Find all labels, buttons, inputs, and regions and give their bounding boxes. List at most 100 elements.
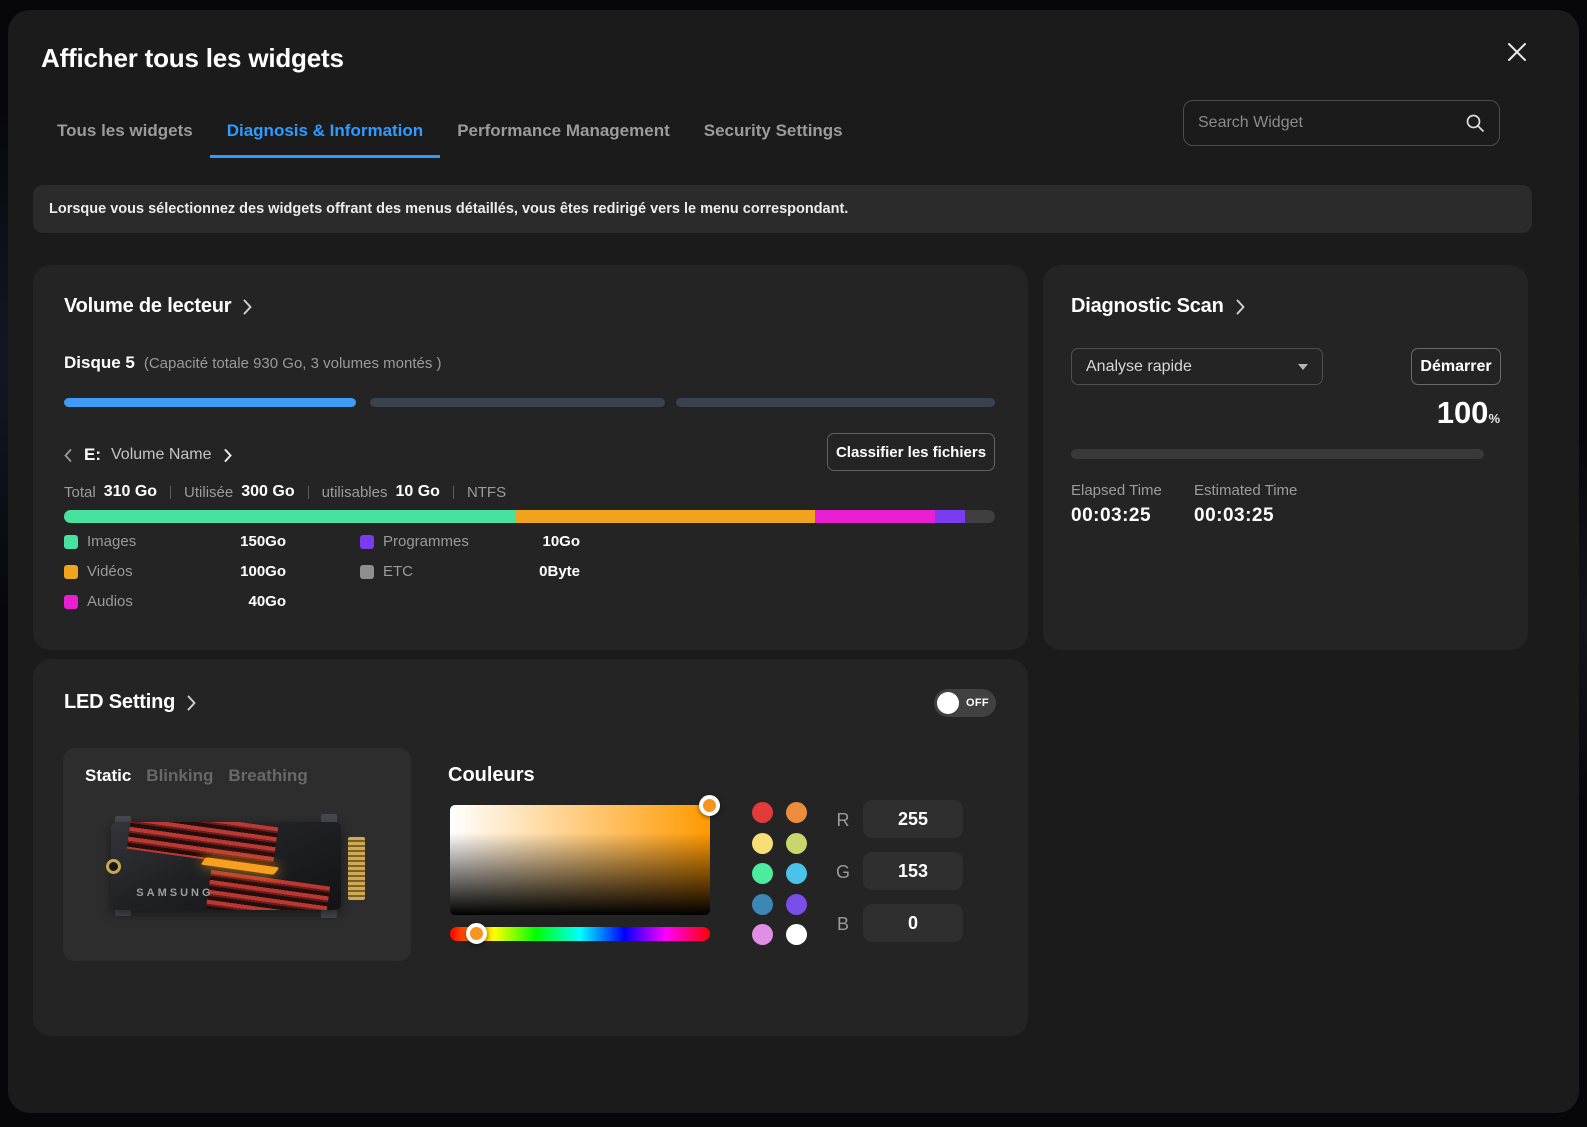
rgb-r-label: R [833,810,853,831]
legend-item-etc: ETC 0Byte [360,563,580,580]
color-swatch-green[interactable] [752,863,773,884]
legend-swatch-programmes [360,535,374,549]
volume-segment-3[interactable] [676,398,995,407]
divider [453,486,454,499]
color-swatch-steelblue[interactable] [752,894,773,915]
volume-letter: E: [84,445,101,465]
volume-row: E: Volume Name [64,443,232,467]
color-swatch-yellow[interactable] [752,833,773,854]
estimated-time-label: Estimated Time [1194,482,1297,499]
legend-item-images: Images 150Go [64,533,286,550]
legend-item-audios: Audios 40Go [64,593,286,610]
scan-type-select[interactable]: Analyse rapide [1071,348,1323,385]
volume-widget-title: Volume de lecteur [64,295,231,318]
total-value: 310 Go [104,483,157,501]
led-widget-header[interactable]: LED Setting [64,691,196,714]
total-label: Total [64,484,96,501]
estimated-time-value: 00:03:25 [1194,505,1274,527]
used-value: 300 Go [241,483,294,501]
led-toggle[interactable]: OFF [934,689,996,717]
chevron-right-icon [224,449,232,462]
free-label: utilisables [322,484,388,501]
volume-widget-header[interactable]: Volume de lecteur [64,295,252,318]
ssd-fins [205,870,329,910]
chevron-left-icon [64,449,72,462]
legend-swatch-audios [64,595,78,609]
ssd-brand-label: SAMSUNG [136,887,213,899]
color-swatch-orchid[interactable] [752,924,773,945]
chevron-right-icon [1236,299,1245,315]
used-label: Utilisée [184,484,233,501]
color-swatch-white[interactable] [786,924,807,945]
usage-segment-programmes [935,510,965,523]
diagnostic-widget-card: Diagnostic Scan Analyse rapide Démarrer … [1043,265,1528,650]
tab-performance-management[interactable]: Performance Management [440,113,687,158]
led-mode-tabs: Static Blinking Breathing [85,766,308,786]
volume-widget-card: Volume de lecteur Disque 5 (Capacité tot… [33,265,1028,650]
usage-segment-images [64,510,515,523]
color-swatch-skyblue[interactable] [786,863,807,884]
volume-stats: Total 310 Go Utilisée 300 Go utilisables… [64,483,514,501]
led-mode-breathing[interactable]: Breathing [228,766,307,786]
elapsed-time-label: Elapsed Time [1071,482,1162,499]
tab-security-settings[interactable]: Security Settings [687,113,860,158]
chevron-right-icon [187,695,196,711]
usage-segment-videos [515,510,816,523]
info-banner: Lorsque vous sélectionnez des widgets of… [33,185,1532,233]
start-scan-button[interactable]: Démarrer [1411,348,1501,385]
color-swatch-red[interactable] [752,802,773,823]
led-mode-panel: Static Blinking Breathing SAMSUNG [63,748,411,961]
dropdown-caret-icon [1298,364,1308,370]
volume-segment-2[interactable] [370,398,665,407]
disk-row: Disque 5 (Capacité totale 930 Go, 3 volu… [64,353,442,373]
ssd-connector-pins [348,837,365,900]
search-icon[interactable] [1465,113,1485,133]
toggle-state-label: OFF [966,697,989,709]
rgb-g-label: G [833,862,853,883]
toggle-knob [937,692,959,714]
ssd-image: SAMSUNG [109,810,365,922]
prev-volume-button[interactable] [64,449,72,462]
color-swatch-yellowgreen[interactable] [786,833,807,854]
tab-bar: Tous les widgets Diagnosis & Information… [40,113,860,158]
disk-capacity-info: (Capacité totale 930 Go, 3 volumes monté… [144,355,442,372]
search-input[interactable] [1198,114,1465,132]
chevron-right-icon [243,299,252,315]
led-mode-blinking[interactable]: Blinking [146,766,213,786]
led-widget-card: LED Setting OFF Static Blinking Breathin… [33,659,1028,1036]
rgb-g-field[interactable]: 153 [863,852,963,890]
color-gradient-picker[interactable] [450,805,710,915]
rgb-b-label: B [833,914,853,935]
color-swatch-purple[interactable] [786,894,807,915]
usage-segment-audios [815,510,935,523]
filesystem-label: NTFS [467,484,506,501]
rgb-b-field[interactable]: 0 [863,904,963,942]
rgb-r-field[interactable]: 255 [863,800,963,838]
widgets-dialog: Afficher tous les widgets Tous les widge… [8,10,1579,1113]
hue-slider[interactable] [450,927,710,941]
color-swatch-orange[interactable] [786,802,807,823]
tab-diagnosis-information[interactable]: Diagnosis & Information [210,113,440,158]
colors-title: Couleurs [448,764,535,787]
close-button[interactable] [1497,32,1537,72]
legend-item-programmes: Programmes 10Go [360,533,580,550]
ssd-heatsink: SAMSUNG [111,822,341,910]
diagnostic-widget-title: Diagnostic Scan [1071,295,1224,318]
gradient-handle[interactable] [699,795,720,816]
next-volume-button[interactable] [224,449,232,462]
hue-handle[interactable] [466,923,487,944]
legend-item-videos: Vidéos 100Go [64,563,286,580]
classify-files-button[interactable]: Classifier les fichiers [827,433,995,471]
legend-swatch-videos [64,565,78,579]
scan-progress-bar [1071,449,1484,459]
scan-progress-percent: 100% [1437,395,1500,431]
disk-name: Disque 5 [64,353,135,373]
led-mode-static[interactable]: Static [85,766,131,786]
tab-tous-les-widgets[interactable]: Tous les widgets [40,113,210,158]
diagnostic-widget-header[interactable]: Diagnostic Scan [1071,295,1245,318]
divider [170,486,171,499]
scan-type-value: Analyse rapide [1086,358,1192,376]
volume-segment-selected[interactable] [64,398,356,407]
free-value: 10 Go [395,483,439,501]
usage-bar [64,510,995,523]
